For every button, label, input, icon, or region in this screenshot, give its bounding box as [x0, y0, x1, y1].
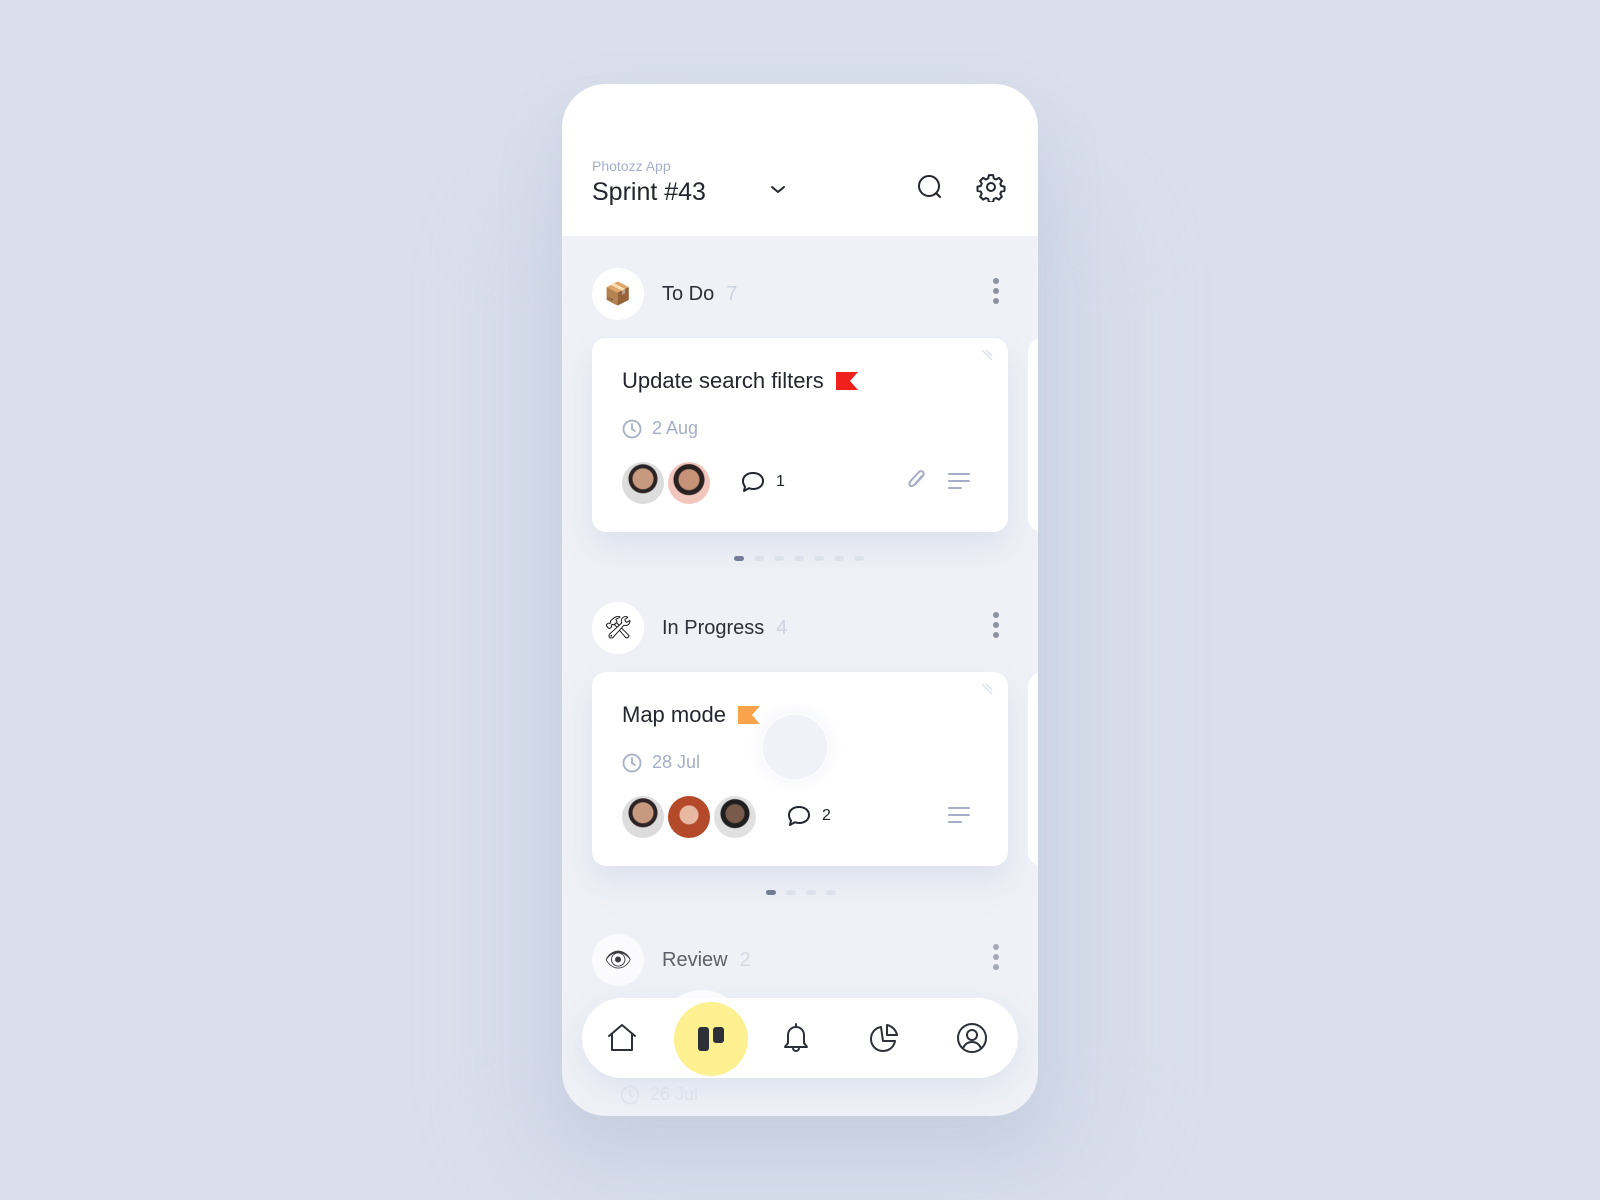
more-vertical-icon[interactable]: [990, 610, 1002, 640]
page-dot[interactable]: [806, 890, 816, 895]
avatar[interactable]: [668, 796, 710, 838]
search-icon[interactable]: [915, 172, 945, 202]
column-title: To Do: [662, 283, 715, 305]
card-title: Update search filters: [622, 368, 824, 393]
task-card[interactable]: Update search filters 2 Aug 1: [592, 338, 1008, 532]
column-title: In Progress: [662, 617, 765, 639]
tools-icon: 🛠: [592, 602, 644, 654]
more-vertical-icon[interactable]: [990, 942, 1002, 972]
next-card-preview[interactable]: [1028, 338, 1038, 532]
in-progress-pagination: [766, 890, 836, 895]
column-count: 7: [726, 283, 738, 305]
flag-icon: [835, 372, 858, 390]
page-dot[interactable]: [814, 556, 824, 561]
column-header-todo: 📦 To Do 7: [592, 268, 1012, 320]
page-dot[interactable]: [794, 556, 804, 561]
column-count: 2: [739, 949, 751, 971]
more-vertical-icon[interactable]: [990, 276, 1002, 306]
clock-icon: [622, 419, 642, 438]
paperclip-icon[interactable]: [904, 468, 930, 494]
due-date: 2 Aug: [652, 418, 699, 438]
chart-icon: [870, 1024, 898, 1052]
bell-icon: [784, 1023, 808, 1052]
home-icon: [608, 1024, 636, 1051]
phone-screen: Photozz App Sprint #43 📦 To Do 7 Update s…: [562, 84, 1038, 1116]
eye-icon: 👁: [592, 934, 644, 986]
package-icon: 📦: [592, 268, 644, 320]
column-title: Review: [662, 949, 728, 971]
clock-icon: [622, 753, 642, 772]
board-icon: [698, 1027, 724, 1051]
page-dot[interactable]: [826, 890, 836, 895]
page-dot[interactable]: [766, 890, 776, 895]
avatar[interactable]: [622, 796, 664, 838]
page-dot[interactable]: [854, 556, 864, 561]
card-title: Map mode: [622, 702, 726, 727]
gear-icon[interactable]: [976, 172, 1006, 202]
page-dot[interactable]: [774, 556, 784, 561]
clock-icon: [620, 1085, 640, 1104]
assignees: [622, 796, 760, 838]
page-dot[interactable]: [754, 556, 764, 561]
comment-icon: [788, 806, 810, 826]
column-header-review: 👁 Review 2: [592, 934, 1012, 986]
avatar[interactable]: [668, 462, 710, 504]
comments-count[interactable]: 1: [740, 470, 785, 494]
column-count: 4: [776, 617, 788, 639]
avatar[interactable]: [714, 796, 756, 838]
app-name: Photozz App: [592, 158, 671, 174]
sprint-title[interactable]: Sprint #43: [592, 178, 706, 207]
profile-icon: [957, 1023, 987, 1053]
drag-handle-icon[interactable]: [980, 348, 994, 362]
review-card-date: 26 Jul: [620, 1084, 698, 1105]
page-dot[interactable]: [834, 556, 844, 561]
bottom-nav: [582, 998, 1018, 1078]
page-dot[interactable]: [786, 890, 796, 895]
nav-notifications[interactable]: [776, 1018, 816, 1058]
drag-handle-icon[interactable]: [980, 682, 994, 696]
chevron-down-icon[interactable]: [768, 180, 788, 200]
avatar[interactable]: [622, 462, 664, 504]
nav-board[interactable]: [674, 1002, 748, 1076]
nav-reports[interactable]: [864, 1018, 904, 1058]
assignees: [622, 462, 714, 504]
column-header-in-progress: 🛠 In Progress 4: [592, 602, 1012, 654]
nav-home[interactable]: [602, 1018, 642, 1058]
description-icon[interactable]: [946, 468, 972, 494]
nav-profile[interactable]: [952, 1018, 992, 1058]
page-dot[interactable]: [734, 556, 744, 561]
touch-ripple: [748, 700, 842, 794]
header: Photozz App Sprint #43: [562, 84, 1038, 236]
comments-count[interactable]: 2: [786, 804, 831, 828]
due-date: 28 Jul: [652, 752, 701, 772]
description-icon[interactable]: [946, 802, 972, 828]
todo-pagination: [734, 556, 864, 561]
next-card-preview[interactable]: [1028, 672, 1038, 866]
comment-icon: [742, 472, 764, 492]
